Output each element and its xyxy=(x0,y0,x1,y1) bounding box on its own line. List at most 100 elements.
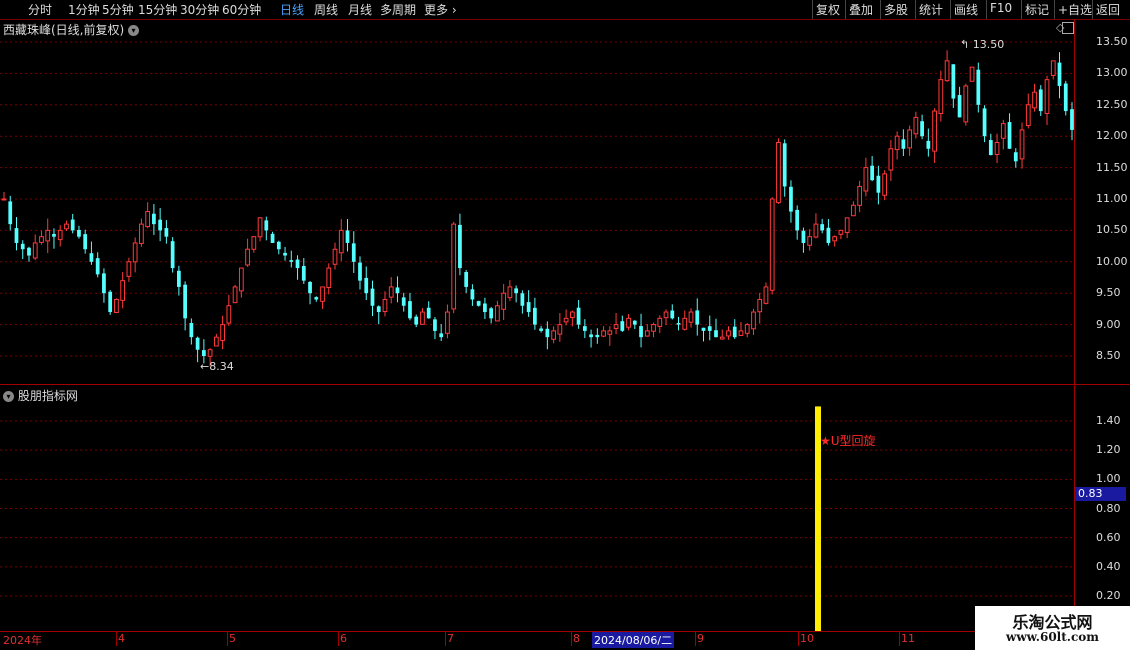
candle-body xyxy=(283,252,287,256)
candle-body xyxy=(514,288,519,294)
period-tab-2[interactable]: 5分钟 xyxy=(102,1,134,18)
candle-body xyxy=(270,233,275,243)
price-tick-label: 9.50 xyxy=(1096,286,1121,300)
candle-body xyxy=(582,326,587,331)
candle-body xyxy=(83,234,88,250)
candle-body xyxy=(726,330,731,337)
candle-body xyxy=(644,330,650,337)
price-tick-label: 10.50 xyxy=(1096,223,1128,237)
candle-body xyxy=(976,69,981,105)
candle-body xyxy=(613,324,619,329)
candle-body xyxy=(938,79,944,115)
toolbar-button-8[interactable]: 返回 xyxy=(1096,1,1120,18)
candle-body xyxy=(682,317,688,330)
candle-body xyxy=(863,167,869,192)
toolbar-button-3[interactable]: 统计 xyxy=(919,1,943,18)
candle-body xyxy=(238,267,244,292)
candle-body xyxy=(158,219,163,231)
toolbar-button-0[interactable]: 复权 xyxy=(816,1,840,18)
indicator-title: 股朋指标网 xyxy=(17,389,78,403)
toolbar-separator xyxy=(950,0,951,19)
candle-body xyxy=(414,316,419,325)
candle-body xyxy=(164,228,169,237)
period-tab-6[interactable]: 日线 xyxy=(280,1,304,18)
candle-body xyxy=(670,310,675,319)
indicator-tick-label: 1.00 xyxy=(1096,472,1121,486)
candle-body xyxy=(45,229,51,242)
period-tab-5[interactable]: 60分钟 xyxy=(222,1,261,18)
candle-body xyxy=(8,201,13,225)
candle-body xyxy=(195,337,200,350)
candle-body xyxy=(401,297,406,306)
toolbar-button-1[interactable]: 叠加 xyxy=(849,1,873,18)
candle-body xyxy=(220,324,225,341)
candle-body xyxy=(382,298,388,313)
toolbar-separator xyxy=(812,0,813,19)
price-tick-label: 11.50 xyxy=(1096,160,1128,174)
candle-body xyxy=(295,259,300,269)
time-tick-label: 11 xyxy=(901,632,915,645)
candle-body xyxy=(370,288,375,306)
candle-body xyxy=(876,175,881,193)
candle-body xyxy=(102,273,106,294)
candle-body xyxy=(145,211,151,228)
candle-body xyxy=(795,209,800,231)
period-tab-9[interactable]: 多周期 xyxy=(380,1,416,18)
time-tick xyxy=(116,632,117,646)
candle-body xyxy=(632,320,637,325)
candle-body xyxy=(89,253,94,262)
indicator-tick-label: 0.60 xyxy=(1096,530,1121,544)
candle-body xyxy=(251,236,257,250)
toolbar-button-5[interactable]: F10 xyxy=(990,1,1012,15)
period-tab-4[interactable]: 30分钟 xyxy=(180,1,219,18)
candle-body xyxy=(957,95,962,118)
candle-body xyxy=(533,307,537,325)
candle-body xyxy=(207,349,213,357)
toolbar-button-6[interactable]: 标记 xyxy=(1025,1,1049,18)
period-tab-7[interactable]: 周线 xyxy=(314,1,338,18)
price-tick-label: 12.50 xyxy=(1096,97,1128,111)
toolbar-separator xyxy=(845,0,846,19)
candle-body xyxy=(832,236,838,242)
period-tab-0[interactable]: 分时 xyxy=(28,1,52,18)
candle-body xyxy=(32,242,38,259)
period-tab-1[interactable]: 1分钟 xyxy=(68,1,100,18)
candle-body xyxy=(888,148,894,171)
candle-body xyxy=(526,302,531,313)
indicator-title-bar: ▾ 股朋指标网 xyxy=(3,387,78,404)
candle-body xyxy=(719,336,725,340)
toolbar-button-4[interactable]: 画线 xyxy=(954,1,978,18)
charts-canvas[interactable] xyxy=(0,19,1074,631)
period-tab-3[interactable]: 15分钟 xyxy=(138,1,177,18)
candle-body xyxy=(470,289,475,300)
period-tab-8[interactable]: 月线 xyxy=(348,1,372,18)
candle-body xyxy=(114,298,119,314)
candle-body xyxy=(969,66,975,82)
toolbar-button-2[interactable]: 多股 xyxy=(884,1,908,18)
period-tab-10[interactable]: 更多 › xyxy=(424,1,457,18)
candle-body xyxy=(539,328,543,331)
candle-body xyxy=(451,223,457,310)
candle-body xyxy=(813,223,819,238)
candle-body xyxy=(351,243,356,262)
candle-body xyxy=(408,301,412,319)
candle-body xyxy=(152,213,156,225)
candle-body xyxy=(1050,60,1056,76)
time-tick-label: 4 xyxy=(118,632,125,645)
candle-body xyxy=(139,223,144,244)
price-tick-label: 13.00 xyxy=(1096,66,1128,80)
candle-body xyxy=(870,165,875,181)
time-tick xyxy=(798,632,799,646)
candle-body xyxy=(707,326,712,331)
pane-divider[interactable] xyxy=(0,384,1130,385)
price-tick-label: 10.00 xyxy=(1096,254,1128,268)
candle-body xyxy=(894,135,900,151)
toolbar-separator xyxy=(986,0,987,19)
toolbar-separator xyxy=(1092,0,1093,19)
candle-body xyxy=(332,248,338,265)
chevron-down-icon[interactable]: ▾ xyxy=(3,391,14,402)
candle-body xyxy=(464,271,469,287)
candle-body xyxy=(108,291,113,313)
candle-body xyxy=(838,229,844,235)
toolbar-button-7[interactable]: +自选 xyxy=(1058,1,1092,18)
